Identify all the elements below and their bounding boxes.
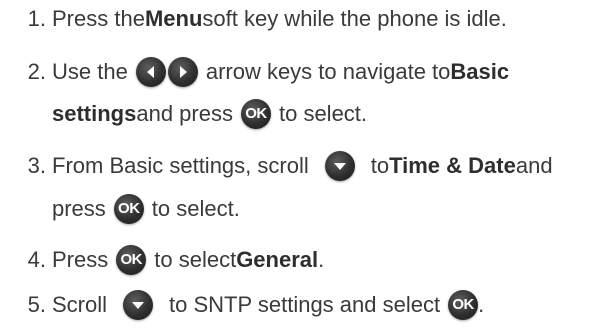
- step-text: to select: [154, 247, 237, 272]
- instruction-steps: 1. Press the Menu soft key while the pho…: [0, 0, 595, 328]
- ok-key-icon: OK: [116, 245, 147, 275]
- arrow-keys: [135, 57, 198, 87]
- ok-key-icon: OK: [240, 99, 271, 129]
- step-2: 2. Use the arrow keys to navigate to Bas…: [0, 57, 509, 87]
- step-text: and: [515, 153, 553, 178]
- time-date-label: Time & Date: [389, 153, 516, 178]
- step-2-continued: settings and press OK to select.: [0, 99, 367, 129]
- step-text: and press: [136, 101, 233, 126]
- step-text: to select.: [278, 101, 368, 126]
- step-3: 3. From Basic settings, scroll to Time &…: [0, 151, 553, 181]
- step-5: 5. Scroll to SNTP settings and select OK…: [0, 290, 484, 320]
- step-text: From Basic settings, scroll: [52, 153, 309, 178]
- step-number: 4.: [27, 247, 46, 272]
- ok-key-icon: OK: [113, 194, 144, 224]
- step-text: Press: [52, 247, 109, 272]
- step-text: .: [478, 292, 485, 317]
- step-number: 2.: [27, 59, 46, 84]
- step-4: 4. Press OK to select General.: [0, 245, 324, 275]
- step-1: 1. Press the Menu soft key while the pho…: [0, 4, 507, 34]
- step-text: Use the: [52, 59, 128, 84]
- step-number: 5.: [27, 292, 46, 317]
- step-text: press: [52, 196, 106, 221]
- step-text: to select.: [151, 196, 240, 221]
- basic-label: Basic: [450, 59, 510, 84]
- down-arrow-icon: [123, 290, 154, 320]
- step-text: arrow keys to navigate to: [205, 59, 451, 84]
- left-arrow-icon: [135, 57, 166, 87]
- step-text: Press the: [52, 6, 145, 31]
- step-text: soft key while the phone is idle.: [202, 6, 507, 31]
- right-arrow-icon: [167, 57, 198, 87]
- general-label: General: [236, 247, 319, 272]
- step-text: to SNTP settings and select: [169, 292, 441, 317]
- step-3-continued: press OK to select.: [0, 194, 240, 224]
- step-number: 1.: [27, 6, 46, 31]
- step-text: to: [370, 153, 390, 178]
- ok-key-icon: OK: [448, 290, 479, 320]
- step-text: Scroll: [52, 292, 108, 317]
- step-text: .: [318, 247, 325, 272]
- step-number: 3.: [27, 153, 46, 178]
- menu-key-label: Menu: [144, 6, 203, 31]
- settings-label: settings: [52, 101, 137, 126]
- down-arrow-icon: [324, 151, 355, 181]
